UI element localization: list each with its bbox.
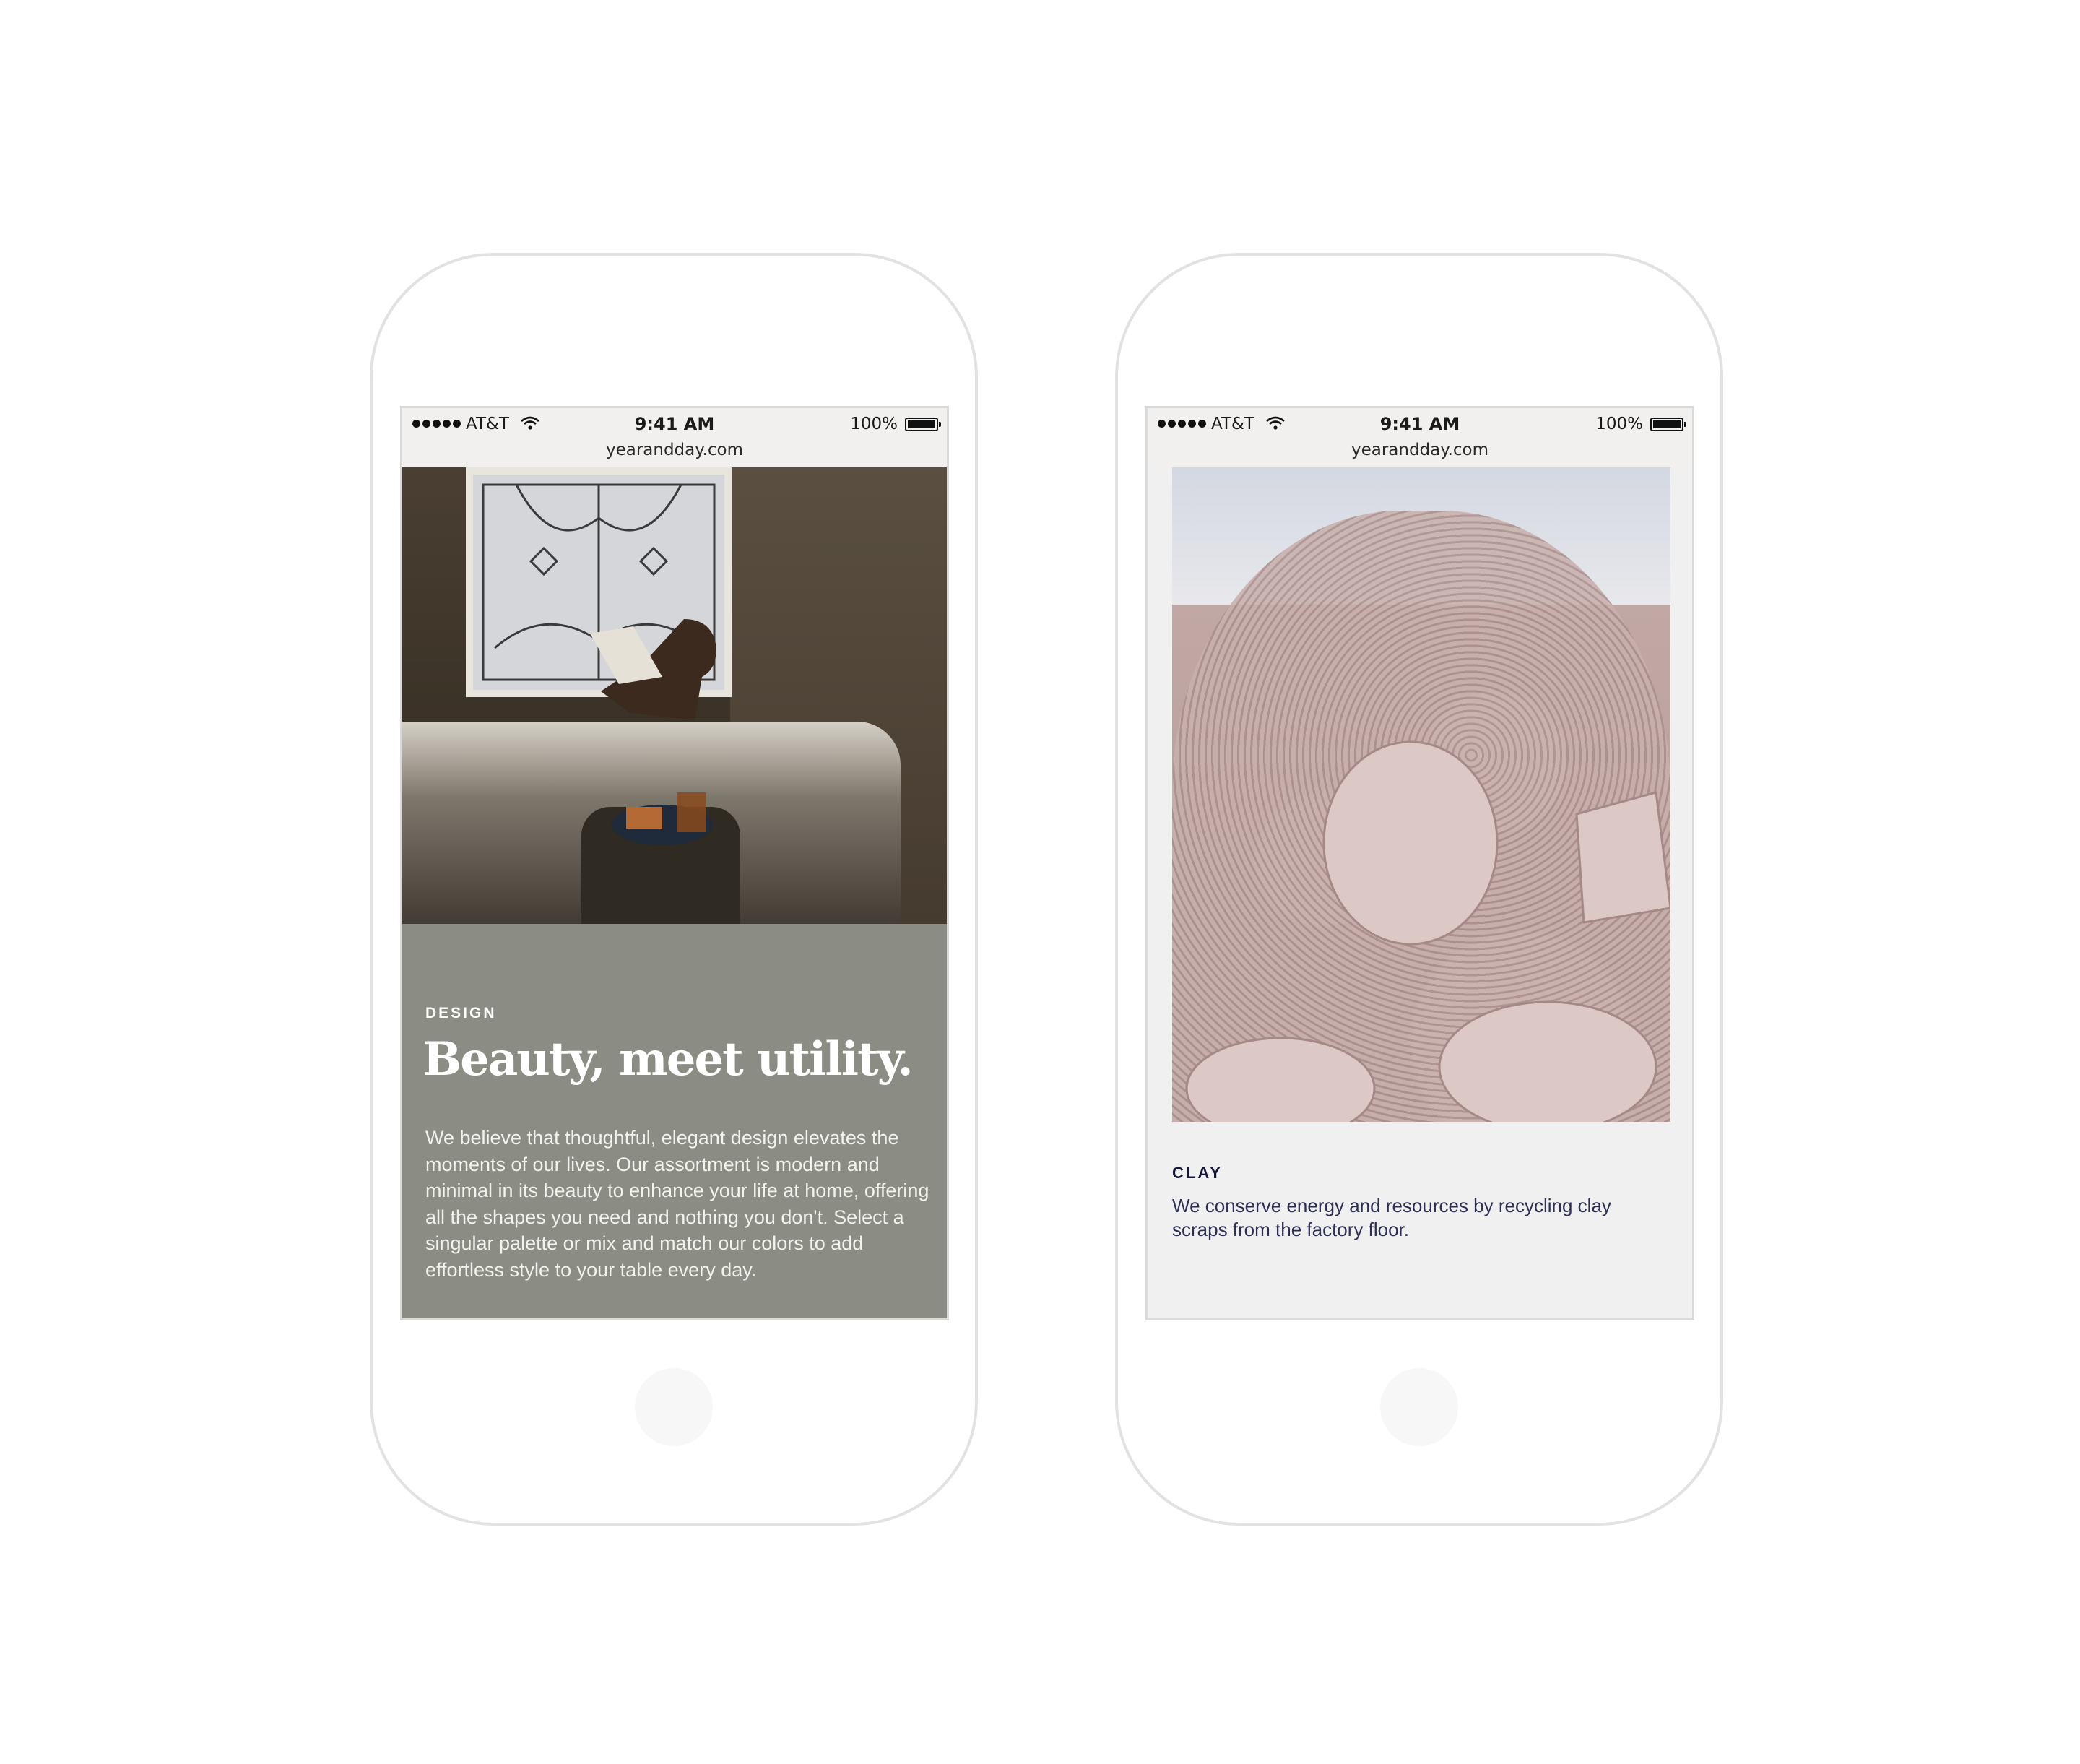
mockup-stage: AT&T 9:41 AM 100% yearandday.com DESIGN … (0, 0, 2080, 1764)
slide-caption: We conserve energy and resources by recy… (1172, 1195, 1611, 1240)
battery-percent: 100% (1595, 415, 1643, 433)
battery-percent: 100% (850, 415, 898, 433)
phone-left: AT&T 9:41 AM 100% yearandday.com DESIGN … (370, 253, 978, 1526)
status-bar: AT&T 9:41 AM 100% yearandday.com (402, 408, 947, 467)
screen-left: AT&T 9:41 AM 100% yearandday.com DESIGN … (400, 406, 949, 1320)
hero-photo-bath (402, 467, 947, 924)
address-bar-url[interactable]: yearandday.com (1148, 441, 1692, 459)
phone-right: AT&T 9:41 AM 100% yearandday.com CLAY We… (1115, 253, 1723, 1526)
home-button[interactable] (1380, 1368, 1458, 1446)
battery-icon (905, 418, 941, 431)
section-body: We believe that thoughtful, elegant desi… (425, 1127, 930, 1281)
battery-icon (1650, 418, 1686, 431)
address-bar-url[interactable]: yearandday.com (402, 441, 947, 459)
design-story-panel: DESIGN Beauty, meet utility. We believe … (402, 924, 947, 1318)
section-eyebrow: DESIGN (425, 1005, 497, 1021)
home-button[interactable] (635, 1368, 713, 1446)
status-bar: AT&T 9:41 AM 100% yearandday.com (1148, 408, 1692, 467)
slide-label: CLAY (1172, 1164, 1223, 1182)
clay-scraps-photo[interactable] (1172, 467, 1670, 1122)
screen-right: AT&T 9:41 AM 100% yearandday.com CLAY We… (1145, 406, 1694, 1320)
section-headline: Beauty, meet utility. (422, 1032, 914, 1086)
